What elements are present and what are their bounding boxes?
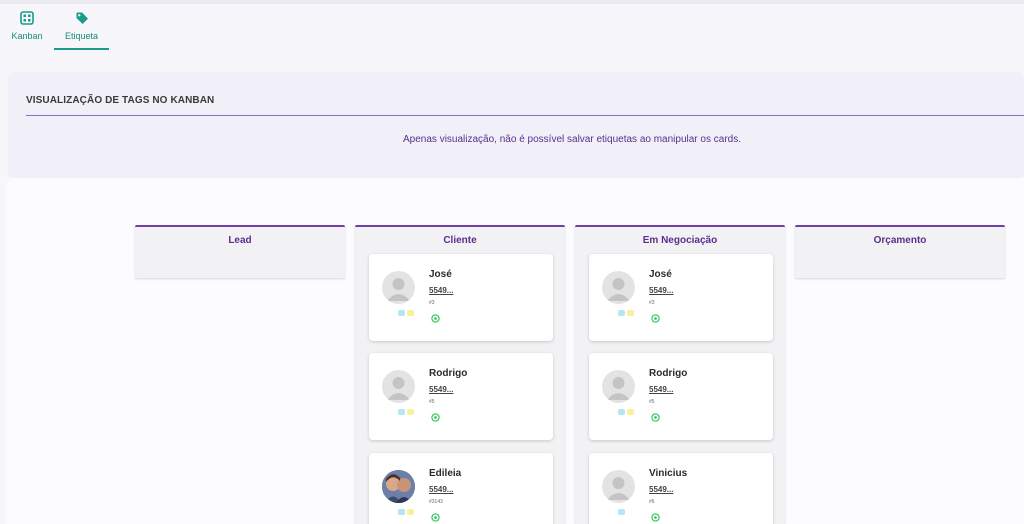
contact-name: Rodrigo: [429, 368, 468, 379]
tag-chip: [407, 509, 414, 515]
contact-card[interactable]: José 5549... #3: [589, 254, 773, 341]
contact-id: #3: [429, 300, 435, 306]
tag-list: [618, 509, 625, 515]
contact-card[interactable]: Vinicius 5549... #6: [589, 453, 773, 524]
tag-icon: [76, 12, 88, 24]
avatar: [382, 370, 415, 403]
tag-chip: [627, 409, 634, 415]
contact-id: #5: [429, 399, 435, 405]
avatar-photo: [382, 470, 415, 503]
top-bar: [0, 0, 1024, 4]
tab-etiqueta[interactable]: Etiqueta: [54, 4, 109, 50]
tag-chip: [618, 509, 625, 515]
contact-card[interactable]: Rodrigo 5549... #5: [369, 353, 553, 440]
contact-id: #3: [649, 300, 655, 306]
tag-chip: [618, 310, 625, 316]
contact-card[interactable]: Rodrigo 5549... #5: [589, 353, 773, 440]
tag-list: [618, 310, 634, 316]
tag-list: [618, 409, 634, 415]
tag-list: [398, 509, 414, 515]
contact-id: #3143: [429, 499, 443, 505]
avatar: [602, 470, 635, 503]
contact-card[interactable]: Edileia 5549... #3143: [369, 453, 553, 524]
user-icon: [387, 377, 410, 400]
contact-phone[interactable]: 5549...: [649, 485, 673, 494]
avatar: [382, 271, 415, 304]
column-orcamento: Orçamento: [795, 225, 1005, 278]
whatsapp-icon[interactable]: [431, 513, 440, 522]
whatsapp-icon[interactable]: [431, 413, 440, 422]
contact-name: Rodrigo: [649, 368, 688, 379]
tag-chip: [398, 310, 405, 316]
contact-phone[interactable]: 5549...: [429, 286, 453, 295]
contact-phone[interactable]: 5549...: [649, 286, 673, 295]
contact-card[interactable]: José 5549... #3: [369, 254, 553, 341]
column-lead: Lead: [135, 225, 345, 278]
tab-kanban-label: Kanban: [11, 31, 43, 41]
avatar: [602, 370, 635, 403]
user-icon: [387, 278, 410, 301]
column-title: Lead: [228, 235, 252, 246]
tag-chip: [407, 310, 414, 316]
info-panel: [8, 72, 1024, 178]
whatsapp-icon[interactable]: [651, 413, 660, 422]
tag-chip: [618, 409, 625, 415]
column-title: Orçamento: [873, 235, 927, 246]
whatsapp-icon[interactable]: [651, 513, 660, 522]
contact-name: Vinicius: [649, 468, 688, 479]
contact-phone[interactable]: 5549...: [649, 385, 673, 394]
kanban-icon: [20, 11, 34, 25]
column-title: Em Negociação: [642, 235, 718, 246]
tab-bar: Kanban Etiqueta: [0, 4, 109, 50]
tab-kanban[interactable]: Kanban: [0, 4, 54, 50]
user-icon: [607, 377, 630, 400]
tag-chip: [398, 409, 405, 415]
title-divider: [26, 115, 1024, 116]
page-title: VISUALIZAÇÃO DE TAGS NO KANBAN: [26, 95, 215, 106]
tag-chip: [627, 310, 634, 316]
tab-etiqueta-label: Etiqueta: [64, 31, 99, 41]
tag-chip: [407, 409, 414, 415]
user-icon: [607, 477, 630, 500]
contact-phone[interactable]: 5549...: [429, 485, 453, 494]
avatar: [602, 271, 635, 304]
contact-name: Edileia: [429, 468, 462, 479]
contact-id: #5: [649, 399, 655, 405]
contact-name: José: [649, 269, 672, 280]
info-message: Apenas visualização, não é possível salv…: [403, 134, 741, 145]
tag-list: [398, 409, 414, 415]
tag-chip: [398, 509, 405, 515]
whatsapp-icon[interactable]: [431, 314, 440, 323]
user-icon: [607, 278, 630, 301]
tag-list: [398, 310, 414, 316]
contact-name: José: [429, 269, 452, 280]
column-title: Cliente: [443, 235, 477, 246]
profile-photo: [382, 470, 415, 503]
contact-phone[interactable]: 5549...: [429, 385, 453, 394]
whatsapp-icon[interactable]: [651, 314, 660, 323]
contact-id: #6: [649, 499, 655, 505]
